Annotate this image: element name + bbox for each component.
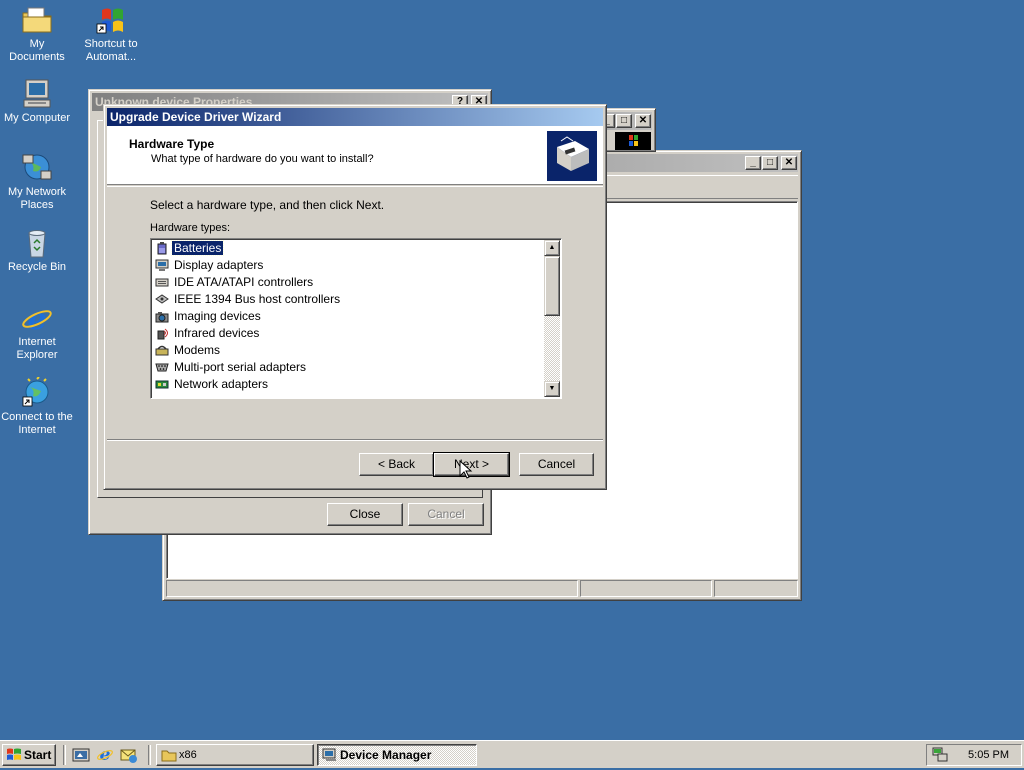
desktop-icon-recycle-bin[interactable]: Recycle Bin [0,227,74,274]
status-pane-3 [714,580,798,597]
list-scrollbar[interactable]: ▲ ▼ [544,240,560,397]
computer-icon [20,78,54,110]
desktop-icon-my-network-places[interactable]: My Network Places [0,152,74,212]
desktop-icon-label: My Computer [3,112,71,124]
windows-flag-icon [615,132,651,150]
maximize-button[interactable]: □ [762,156,778,170]
wizard-subheading: What type of hardware do you want to ins… [151,153,374,165]
internet-explorer-icon: e [20,302,54,337]
desktop-icon-label: Recycle Bin [7,261,67,273]
wizard-heading: Hardware Type [129,137,215,151]
start-label: Start [24,748,52,762]
desktop-icon-shortcut-automat[interactable]: Shortcut to Automat... [74,4,148,64]
hardware-type-label: IEEE 1394 Bus host controllers [174,292,341,306]
battery-icon [155,242,169,255]
cancel-button[interactable]: Cancel [408,503,484,526]
close-button[interactable]: ✕ [635,114,651,128]
taskbar: Start e x86 Device Manager 5:05 PM [0,740,1024,768]
status-bar [166,578,798,597]
maximize-button[interactable]: □ [616,114,632,128]
wizard-window[interactable]: Upgrade Device Driver Wizard Hardware Ty… [103,104,607,490]
hardware-types-items: Batteries Display adapters IDE ATA/ATAPI c… [152,240,544,393]
taskbar-item-x86[interactable]: x86 [156,744,314,766]
quick-launch-divider-2 [148,745,151,765]
hardware-type-item[interactable]: Display adapters [152,257,544,274]
connect-internet-icon [20,376,54,409]
button-separator [107,439,603,441]
status-pane-1 [166,580,578,597]
desktop-icon-label: My Documents [9,38,65,63]
hardware-wizard-icon [547,131,597,181]
status-pane-2 [580,580,712,597]
desktop-icon-my-documents[interactable]: My Documents [0,4,74,64]
recycle-bin-icon [20,227,54,259]
desktop-icon-label: My Network Places [7,186,67,211]
cancel-button[interactable]: Cancel [519,453,594,476]
windows-flag-shortcut-icon [94,4,128,36]
desktop-icon-my-computer[interactable]: My Computer [0,78,74,125]
hardware-type-label: Batteries [170,240,225,256]
ide-controller-icon [155,276,169,289]
windows-logo-icon [6,748,22,765]
hardware-type-item[interactable]: Network adapters [152,376,544,393]
hardware-type-item[interactable]: Infrared devices [152,325,544,342]
hardware-types-list[interactable]: Batteries Display adapters IDE ATA/ATAPI c… [150,238,562,399]
close-button[interactable]: Close [327,503,403,526]
camera-icon [155,310,169,323]
hardware-type-item[interactable]: Modems [152,342,544,359]
wizard-instruction: Select a hardware type, and then click N… [150,198,385,212]
hardware-type-item[interactable]: Imaging devices [152,308,544,325]
hardware-type-item[interactable]: Batteries [152,240,544,257]
window-title: Upgrade Device Driver Wizard [110,110,282,124]
internet-explorer-quicklaunch-icon[interactable]: e [96,745,114,765]
clock[interactable]: 5:05 PM [968,745,1009,765]
hardware-type-label: Imaging devices [174,309,261,323]
hardware-type-item[interactable]: IEEE 1394 Bus host controllers [152,291,544,308]
header-divider [107,186,603,187]
serial-port-icon [155,361,169,374]
modem-icon [155,344,169,357]
network-adapter-icon [155,378,169,391]
hardware-type-label: Network adapters [174,377,269,391]
taskbar-item-device-manager[interactable]: Device Manager [317,744,477,766]
hardware-type-label: Modems [174,343,221,357]
network-tray-icon[interactable] [931,747,949,770]
task-label: Device Manager [340,748,432,762]
desktop-icon-label: Internet Explorer [16,336,58,361]
desktop-icon-label: Shortcut to Automat... [84,38,138,63]
hardware-type-label: IDE ATA/ATAPI controllers [174,275,314,289]
desktop-icon-connect-internet[interactable]: Connect to the Internet [0,376,74,437]
mouse-cursor-icon [459,459,473,483]
hardware-type-item[interactable]: Multi-port serial adapters [152,359,544,376]
back-button[interactable]: < Back [359,453,434,476]
hardware-type-label: Infrared devices [174,326,260,340]
monitor-icon [155,259,169,272]
infrared-icon [155,327,169,340]
device-manager-icon [322,748,338,765]
start-button[interactable]: Start [2,744,56,766]
close-button[interactable]: ✕ [781,156,797,170]
show-desktop-icon[interactable] [72,747,90,763]
outlook-express-icon[interactable] [120,746,138,764]
folder-icon [161,748,177,765]
firewire-icon [155,293,169,306]
task-label: x86 [179,749,197,761]
hardware-type-item[interactable]: IDE ATA/ATAPI controllers [152,274,544,291]
wizard-header: Hardware Type What type of hardware do y… [107,126,603,185]
desktop-icon-label: Connect to the Internet [1,411,73,436]
folder-documents-icon [20,4,54,36]
network-places-icon [20,152,54,184]
system-tray: 5:05 PM [926,744,1022,766]
hardware-type-label: Multi-port serial adapters [174,360,307,374]
quick-launch-divider [63,745,66,765]
minimize-button[interactable]: _ [745,156,761,170]
desktop-icon-internet-explorer[interactable]: e Internet Explorer [0,302,74,362]
scroll-thumb[interactable] [544,256,560,316]
hardware-type-label: Display adapters [174,258,264,272]
wizard-titlebar[interactable]: Upgrade Device Driver Wizard [107,108,603,126]
scroll-down-button[interactable]: ▼ [544,381,560,397]
scroll-up-button[interactable]: ▲ [544,240,560,256]
hardware-types-label: Hardware types: [150,222,231,234]
